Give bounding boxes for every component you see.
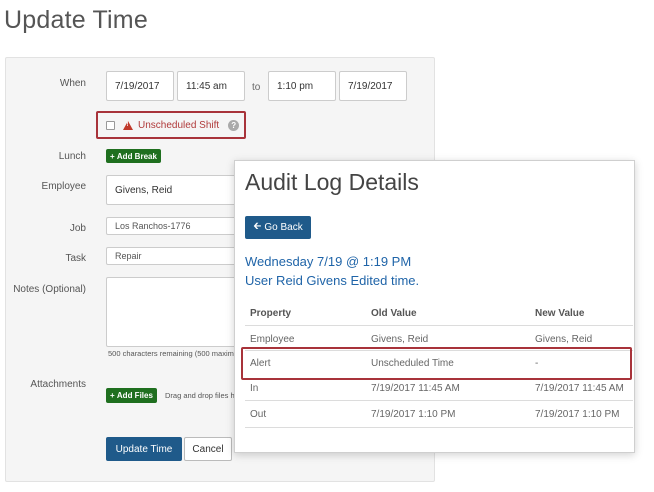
go-back-button[interactable]: 🡰 Go Back <box>245 216 311 239</box>
task-label: Task <box>65 253 86 264</box>
add-break-label: Add Break <box>116 151 157 161</box>
row-out-property: Out <box>250 409 267 420</box>
page-title: Update Time <box>4 6 148 34</box>
arrow-left-icon: 🡰 <box>253 221 262 232</box>
audit-date-line: Wednesday 7/19 @ 1:19 PM <box>245 254 412 269</box>
when-label: When <box>59 78 86 89</box>
add-break-button[interactable]: + Add Break <box>106 149 161 163</box>
plus-icon: + <box>110 151 117 161</box>
unscheduled-shift-label: Unscheduled Shift <box>138 119 220 131</box>
update-time-button[interactable]: Update Time <box>106 437 182 461</box>
employee-select[interactable]: Givens, Reid <box>106 175 236 205</box>
table-header-rule <box>245 325 633 326</box>
job-label: Job <box>69 223 86 234</box>
audit-log-modal: Audit Log Details 🡰 Go Back Wednesday 7/… <box>234 160 635 453</box>
row-employee-old: Givens, Reid <box>371 334 429 345</box>
warning-triangle-icon <box>123 120 133 130</box>
column-header-new-value: New Value <box>535 308 585 319</box>
add-files-label: Add Files <box>116 391 153 400</box>
unscheduled-shift-checkbox[interactable] <box>106 120 115 130</box>
column-header-property: Property <box>250 308 292 319</box>
row-in-property: In <box>250 383 259 394</box>
audit-log-title: Audit Log Details <box>245 169 419 195</box>
go-back-label: Go Back <box>264 222 303 233</box>
to-label: to <box>252 82 261 93</box>
row-in-new: 7/19/2017 11:45 AM <box>535 383 624 394</box>
employee-label: Employee <box>41 181 86 192</box>
table-row-rule <box>245 400 633 401</box>
job-select[interactable]: Los Ranchos-1776 <box>106 217 236 235</box>
audit-user-line: User Reid Givens Edited time. <box>245 273 420 288</box>
row-out-old: 7/19/2017 1:10 PM <box>371 409 456 420</box>
start-date-input[interactable]: 7/19/2017 <box>106 71 174 101</box>
alert-row-highlight <box>241 347 632 380</box>
table-row-rule <box>245 427 633 428</box>
attachments-label: Attachments <box>30 379 86 390</box>
notes-char-hint: 500 characters remaining (500 maxim <box>108 349 234 358</box>
notes-label: Notes (Optional) <box>13 284 86 295</box>
start-time-input[interactable]: 11:45 am <box>177 71 245 101</box>
row-out-new: 7/19/2017 1:10 PM <box>535 409 620 420</box>
add-files-button[interactable]: + Add Files <box>106 388 157 403</box>
row-employee-property: Employee <box>250 334 295 345</box>
row-employee-new: Givens, Reid <box>535 334 593 345</box>
plus-icon: + <box>110 391 117 400</box>
cancel-button[interactable]: Cancel <box>184 437 232 461</box>
row-in-old: 7/19/2017 11:45 AM <box>371 383 460 394</box>
unscheduled-shift-option[interactable]: Unscheduled Shift ? <box>96 111 246 139</box>
column-header-old-value: Old Value <box>371 308 417 319</box>
question-circle-icon[interactable]: ? <box>228 119 240 131</box>
task-select[interactable]: Repair <box>106 247 236 265</box>
end-time-input[interactable]: 1:10 pm <box>268 71 336 101</box>
lunch-label: Lunch <box>58 151 86 162</box>
end-date-input[interactable]: 7/19/2017 <box>339 71 407 101</box>
drag-drop-hint: Drag and drop files h <box>165 391 235 400</box>
